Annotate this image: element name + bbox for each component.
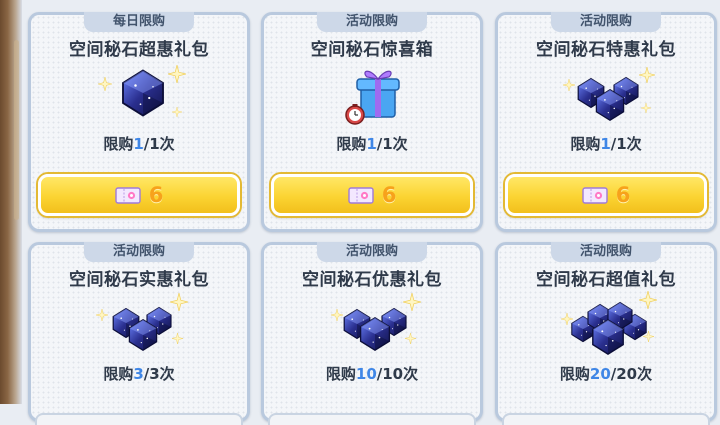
limit-tag: 活动限购 xyxy=(551,242,661,262)
buy-button-edge[interactable] xyxy=(268,413,476,425)
price-label: 6 xyxy=(615,183,631,207)
purchase-limit: 限购20/20次 xyxy=(559,365,653,383)
shop-item-card[interactable]: 活动限购 空间秘石超值礼包 限购20/20次 xyxy=(495,242,717,425)
limit-tag: 活动限购 xyxy=(551,12,661,32)
shop-item-card[interactable]: 活动限购 空间秘石实惠礼包 限购3/3次 xyxy=(28,242,250,425)
purchase-limit: 限购1/1次 xyxy=(570,135,642,153)
space-stone-pile-large-icon xyxy=(559,287,659,359)
ticket-icon xyxy=(347,186,374,204)
buy-button[interactable]: 6 xyxy=(38,174,240,216)
space-stone-icon xyxy=(92,57,192,129)
price-label: 6 xyxy=(148,183,164,207)
limit-tag: 活动限购 xyxy=(317,12,427,32)
limit-tag: 每日限购 xyxy=(84,12,194,32)
buy-button[interactable]: 6 xyxy=(505,174,707,216)
shop-item-card[interactable]: 活动限购 空间秘石特惠礼包 限购1/1次 6 xyxy=(495,12,717,232)
space-stone-pile-icon xyxy=(325,287,425,359)
ticket-icon xyxy=(581,186,608,204)
space-stone-pile-icon xyxy=(559,57,659,129)
left-edge-panel xyxy=(0,0,22,404)
buy-button[interactable]: 6 xyxy=(271,174,473,216)
price-label: 6 xyxy=(381,183,397,207)
shop-grid: 每日限购 空间秘石超惠礼包 限购1/1次 6 活动限购 空间秘石惊喜箱 限购1/… xyxy=(28,12,718,425)
purchase-limit: 限购1/1次 xyxy=(336,135,408,153)
buy-button-edge[interactable] xyxy=(502,413,710,425)
gift-box-icon xyxy=(325,57,425,129)
limit-tag: 活动限购 xyxy=(84,242,194,262)
shop-item-card[interactable]: 活动限购 空间秘石优惠礼包 限购10/10次 xyxy=(261,242,483,425)
purchase-limit: 限购10/10次 xyxy=(325,365,419,383)
shop-item-card[interactable]: 每日限购 空间秘石超惠礼包 限购1/1次 6 xyxy=(28,12,250,232)
buy-button-edge[interactable] xyxy=(35,413,243,425)
shop-item-card[interactable]: 活动限购 空间秘石惊喜箱 限购1/1次 6 xyxy=(261,12,483,232)
purchase-limit: 限购3/3次 xyxy=(103,365,175,383)
space-stone-pile-icon xyxy=(92,287,192,359)
limit-tag: 活动限购 xyxy=(317,242,427,262)
purchase-limit: 限购1/1次 xyxy=(103,135,175,153)
ticket-icon xyxy=(114,186,141,204)
